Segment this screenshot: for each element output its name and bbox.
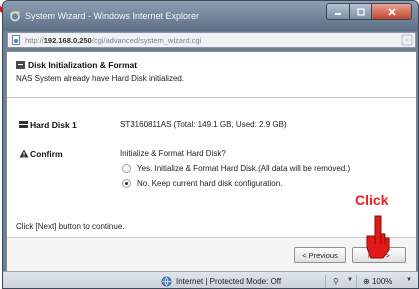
confirm-label: Confirm (30, 149, 63, 159)
minimize-button[interactable] (326, 3, 350, 20)
ie-logo-icon (9, 11, 21, 22)
hard-disk-icon (19, 121, 28, 128)
confirm-question: Initialize & Format Hard Disk? (120, 149, 226, 158)
minimize-icon (335, 12, 341, 15)
click-annotation: Click (355, 192, 389, 208)
url-prefix: http:// (25, 36, 44, 45)
status-separator (325, 275, 326, 288)
wizard-subtitle: NAS System already have Hard Disk initia… (16, 74, 185, 83)
protected-mode-icon[interactable]: ⚲ (333, 277, 339, 286)
wizard-title: Disk Initialization & Format (28, 60, 138, 70)
window-controls (326, 3, 412, 20)
zoom-value: 100% (371, 277, 393, 286)
title-bar: System Wizard - Windows Internet Explore… (3, 1, 418, 31)
option-yes-format[interactable]: Yes. Initialize & Format Hard Disk.(All … (122, 164, 350, 173)
wizard-content: Disk Initialization & Format NAS System … (6, 51, 417, 271)
pointing-hand-icon (366, 215, 390, 259)
globe-icon (161, 276, 172, 287)
url-host: 192.168.0.250 (43, 36, 92, 45)
browser-window: System Wizard - Windows Internet Explore… (2, 0, 419, 289)
hard-disk-label: Hard Disk 1 (30, 120, 77, 130)
close-button[interactable] (372, 3, 412, 20)
status-bar: Internet | Protected Mode: Off ⚲ ▼ ⊕ 100… (3, 271, 418, 288)
zoom-level[interactable]: ⊕ 100% (363, 277, 392, 286)
radio-no[interactable] (122, 179, 131, 188)
page-icon (12, 35, 20, 45)
radio-yes[interactable] (122, 164, 131, 173)
page-action-icon[interactable] (401, 34, 413, 46)
window-title: System Wizard - Windows Internet Explore… (25, 11, 200, 21)
status-separator (356, 275, 357, 288)
option-no-keep[interactable]: No. Keep current hard disk configuration… (122, 179, 282, 188)
previous-button[interactable]: < Previous (294, 247, 346, 263)
chevron-down-icon[interactable]: ▼ (347, 277, 353, 283)
close-icon (387, 7, 396, 16)
maximize-button[interactable] (350, 3, 372, 20)
option-no-label: No. Keep current hard disk configuration… (137, 179, 283, 188)
warning-icon (19, 149, 29, 158)
hard-disk-value: ST3160811AS (Total: 149.1 GB, Used: 2.9 … (120, 120, 287, 129)
option-yes-label: Yes. Initialize & Format Hard Disk.(All … (137, 164, 351, 173)
address-url[interactable]: http://192.168.0.250/cgi/advanced/system… (25, 36, 201, 45)
maximize-icon (356, 7, 365, 16)
address-bar[interactable]: http://192.168.0.250/cgi/advanced/system… (7, 32, 416, 48)
wizard-header: Disk Initialization & Format NAS System … (7, 52, 416, 98)
button-bar: < Previous Next > (7, 237, 416, 271)
zoom-chevron-down-icon[interactable]: ▼ (406, 277, 412, 283)
footer-instruction: Click [Next] button to continue. (16, 222, 125, 231)
url-path: /cgi/advanced/system_wizard.cgi (91, 36, 202, 45)
security-zone-text: Internet | Protected Mode: Off (176, 277, 282, 286)
disk-format-icon (16, 61, 25, 69)
